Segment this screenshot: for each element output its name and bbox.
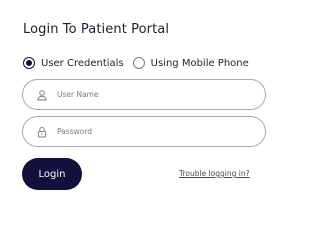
radio-mobile-phone[interactable]: Using Mobile Phone bbox=[132, 57, 249, 69]
radio-user-credentials[interactable]: User Credentials bbox=[23, 57, 124, 69]
radio-selected-dot bbox=[26, 60, 32, 66]
password-input[interactable] bbox=[57, 127, 247, 136]
password-field[interactable] bbox=[22, 116, 266, 147]
radio-button-mobile-phone[interactable] bbox=[132, 57, 145, 69]
login-method-group: User Credentials Using Mobile Phone bbox=[23, 57, 249, 69]
radio-label-user-credentials: User Credentials bbox=[41, 57, 124, 69]
radio-button-user-credentials[interactable] bbox=[23, 57, 35, 69]
user-icon bbox=[36, 89, 48, 101]
username-field[interactable] bbox=[22, 79, 266, 110]
page-title: Login To Patient Portal bbox=[23, 22, 170, 37]
username-input[interactable] bbox=[57, 90, 247, 99]
trouble-logging-in-link[interactable]: Trouble logging in? bbox=[179, 169, 250, 178]
radio-label-mobile-phone: Using Mobile Phone bbox=[150, 57, 249, 69]
lock-icon bbox=[36, 126, 48, 138]
login-button[interactable]: Login bbox=[22, 158, 82, 190]
